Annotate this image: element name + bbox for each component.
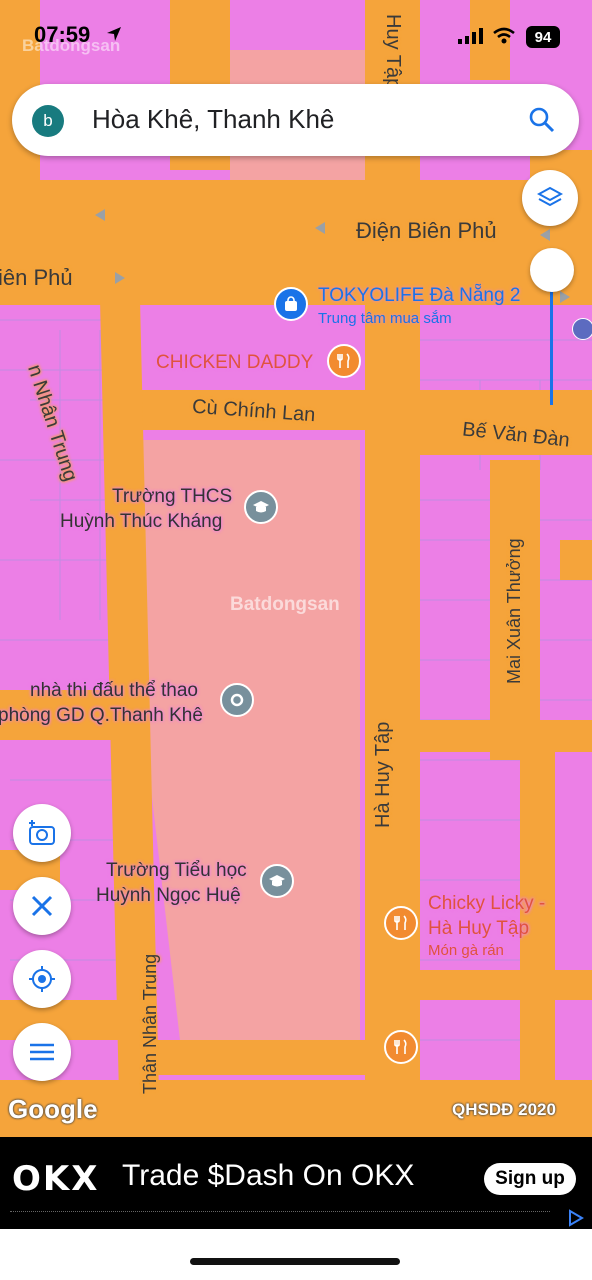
- ad-choices-icon[interactable]: [566, 1209, 586, 1227]
- ad-brand-logo: OKX: [12, 1159, 100, 1199]
- search-bar[interactable]: b Hòa Khê, Thanh Khê: [12, 84, 579, 156]
- map-view[interactable]: Batdongsan Batdongsan Điện Biên Phủ iên …: [0, 0, 592, 1137]
- poi-nha-thi-dau-line1[interactable]: nhà thi đấu thể thao: [30, 680, 198, 702]
- street-dien-bien-phu: Điện Biên Phủ: [356, 218, 497, 243]
- home-indicator[interactable]: [190, 1258, 400, 1265]
- street-ha-huy-tap: Hà Huy Tập: [372, 721, 394, 828]
- restaurant-icon[interactable]: [327, 344, 361, 378]
- poi-tieu-hoc-line1[interactable]: Trường Tiểu học: [106, 860, 247, 882]
- restaurant-icon[interactable]: [384, 906, 418, 940]
- layers-button[interactable]: [522, 170, 578, 226]
- battery-indicator: 94: [526, 26, 560, 48]
- status-time: 07:59: [34, 22, 91, 47]
- layers-icon: [537, 186, 563, 207]
- wifi-icon: [493, 27, 515, 44]
- crosshair-icon: [29, 966, 55, 992]
- street-dien-bien-phu-left: iên Phủ: [0, 265, 73, 290]
- bus-stop-icon[interactable]: [572, 318, 592, 340]
- poi-chicken-daddy[interactable]: CHICKEN DADDY: [156, 352, 313, 374]
- poi-thcs-line2[interactable]: Huỳnh Thúc Kháng: [60, 511, 222, 533]
- ad-signup-button[interactable]: Sign up: [484, 1163, 576, 1195]
- school-icon[interactable]: [260, 864, 294, 898]
- poi-chicky-licky-line2[interactable]: Hà Huy Tập: [428, 918, 529, 940]
- watermark-center: Batdongsan: [230, 594, 340, 615]
- my-location-button[interactable]: [13, 950, 71, 1008]
- menu-button[interactable]: [13, 1023, 71, 1081]
- status-bar: 07:59 94: [0, 20, 592, 56]
- ad-banner[interactable]: OKX Trade $Dash On OKX Sign up: [0, 1137, 592, 1229]
- avatar[interactable]: b: [32, 105, 64, 137]
- search-icon[interactable]: [528, 106, 556, 134]
- ad-disclaimer: [10, 1211, 550, 1218]
- ad-headline[interactable]: Trade $Dash On OKX: [122, 1159, 414, 1193]
- street-mai-xuan-thuong: Mai Xuân Thưởng: [504, 538, 524, 684]
- poi-thcs-line1[interactable]: Trường THCS: [112, 486, 232, 508]
- place-pin-icon[interactable]: [220, 683, 254, 717]
- poi-chicky-licky-line1[interactable]: Chicky Licky -: [428, 893, 545, 915]
- poi-nha-thi-dau-line2[interactable]: phòng GD Q.Thanh Khê: [0, 705, 203, 727]
- poi-tokyolife-name[interactable]: TOKYOLIFE Đà Nẵng 2: [318, 285, 520, 307]
- opacity-slider-handle[interactable]: [530, 248, 574, 292]
- search-input[interactable]: Hòa Khê, Thanh Khê: [92, 104, 334, 135]
- street-than-nhan-trung: Thân Nhân Trung: [140, 953, 160, 1094]
- map-layer-label: QHSDĐ 2020: [452, 1100, 556, 1119]
- ruler-pencil-icon: [31, 895, 53, 917]
- school-icon[interactable]: [244, 490, 278, 524]
- hamburger-menu-icon: [30, 1043, 54, 1061]
- restaurant-icon[interactable]: [384, 1030, 418, 1064]
- poi-chicky-licky-category: Món gà rán: [428, 942, 504, 959]
- shopping-bag-icon[interactable]: [274, 287, 308, 321]
- poi-tieu-hoc-line2[interactable]: Huỳnh Ngọc Huệ: [96, 885, 241, 907]
- cellular-signal-icon: [458, 28, 483, 44]
- add-photo-button[interactable]: [13, 804, 71, 862]
- location-arrow-icon: [107, 27, 121, 41]
- poi-tokyolife-category: Trung tâm mua sắm: [318, 310, 452, 327]
- measure-tool-button[interactable]: [13, 877, 71, 935]
- camera-icon: [29, 820, 55, 845]
- google-logo: Google: [8, 1094, 98, 1124]
